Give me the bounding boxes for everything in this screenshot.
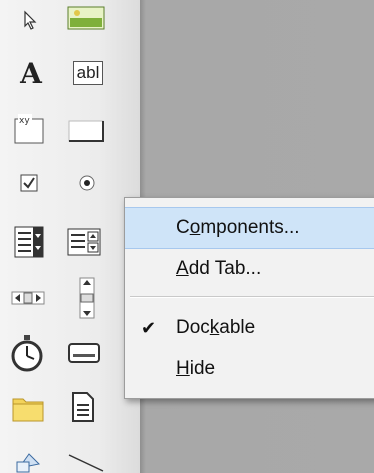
option-button-icon[interactable] — [72, 168, 102, 198]
timer-icon[interactable] — [10, 333, 44, 373]
menu-item-dockable[interactable]: ✔ Dockable — [125, 308, 374, 348]
frame-icon[interactable]: xy — [12, 112, 46, 146]
menu-item-add-tab-label: Add Tab... — [176, 258, 262, 279]
label-tool-glyph: A — [20, 56, 42, 90]
menu-separator — [130, 296, 374, 298]
dir-listbox-icon[interactable] — [10, 392, 46, 424]
drive-listbox-icon[interactable] — [66, 338, 102, 368]
menu-item-add-tab[interactable]: Add Tab... — [125, 249, 374, 289]
file-listbox-icon[interactable] — [68, 390, 98, 424]
menu-item-components[interactable]: Components... — [125, 207, 374, 249]
label-icon[interactable]: A — [13, 56, 49, 90]
toolbox-panel: A abl xy — [0, 0, 140, 473]
line-icon[interactable] — [66, 452, 106, 473]
hscrollbar-icon[interactable] — [10, 283, 46, 313]
vscrollbar-icon[interactable] — [72, 276, 102, 320]
command-button-icon[interactable] — [66, 116, 106, 146]
check-icon: ✔ — [141, 317, 157, 338]
menu-item-components-label: Components... — [176, 217, 300, 238]
shape-icon[interactable] — [12, 448, 46, 473]
textbox-icon[interactable]: abl — [66, 58, 110, 88]
menu-item-hide[interactable]: Hide — [125, 349, 374, 389]
listbox-icon[interactable] — [66, 225, 102, 259]
context-menu: Components... Add Tab... ✔ Dockable Hide — [124, 197, 374, 399]
picture-icon[interactable] — [66, 3, 106, 33]
checkbox-icon[interactable] — [14, 168, 44, 198]
menu-item-dockable-label: Dockable — [176, 317, 256, 338]
combobox-icon[interactable] — [12, 225, 46, 259]
pointer-icon[interactable] — [16, 5, 46, 35]
menu-item-hide-label: Hide — [176, 358, 216, 379]
textbox-tool-glyph: abl — [72, 61, 104, 85]
svg-text:xy: xy — [19, 116, 30, 126]
